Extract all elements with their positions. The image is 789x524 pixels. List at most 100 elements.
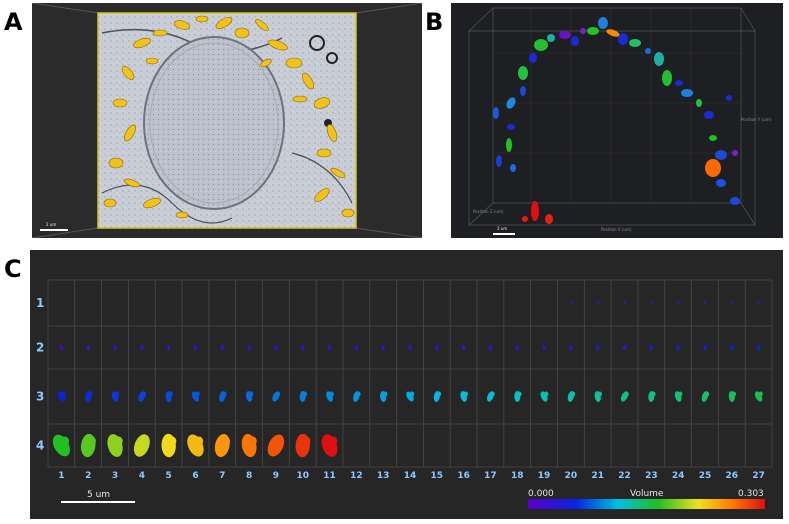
scale-bar-b-text: 3 um: [497, 226, 507, 231]
column-label: 8: [246, 471, 252, 481]
panel-b-image: Position X (um) Position Y (um) Position…: [468, 7, 772, 235]
mitochondrion-thumbnail: [381, 344, 385, 351]
mitochondrion-branch: [597, 391, 602, 397]
mitochondrion-thumbnail: [406, 391, 414, 402]
mitochondrion-thumbnail: [52, 434, 70, 457]
mitochondria-3d-arc: [493, 17, 740, 224]
column-label: 25: [699, 471, 712, 481]
mitochondrion-thumbnail: [133, 434, 150, 457]
mitochondrion-branch: [731, 391, 737, 397]
column-label: 10: [296, 471, 309, 481]
axis-z-label: Position Z (um): [473, 209, 504, 214]
mitochondrion-thumbnail: [649, 344, 653, 351]
mitochondrion-thumbnail: [461, 344, 466, 351]
mitochondrion-branch: [114, 436, 123, 446]
mitochondrion-thumbnail: [623, 301, 626, 305]
mitochondrion-branch: [463, 391, 468, 397]
row-label: 2: [36, 341, 44, 355]
column-label: 23: [645, 471, 658, 481]
mitochondrion-thumbnail: [677, 301, 680, 305]
column-label: 18: [511, 471, 524, 481]
mitochondrion-branch: [141, 391, 147, 397]
mitochondrion-thumbnail: [542, 344, 546, 351]
column-label: 7: [219, 471, 225, 481]
column-label: 12: [350, 471, 363, 481]
mitochondrion-branch: [651, 391, 656, 397]
mitochondrion-thumbnail: [220, 344, 224, 351]
row-label: 1: [36, 296, 44, 310]
mitochondrion-branch: [87, 391, 93, 397]
panel-label-b: B: [425, 8, 444, 36]
panel-b-3d-render: Position X (um) Position Y (um) Position…: [451, 3, 783, 238]
column-label: 6: [192, 471, 198, 481]
mitochondrion-branch: [275, 436, 284, 446]
mitochondrion-branch: [302, 391, 307, 397]
mitochondrion-thumbnail: [113, 344, 117, 351]
mitochondrion-branch: [195, 436, 204, 446]
mitochondrion-branch: [195, 391, 200, 397]
mitochondrion-branch: [275, 391, 281, 397]
column-label: 16: [457, 471, 470, 481]
mitochondrion-branch: [409, 391, 415, 397]
mitochondrion-branch: [168, 436, 177, 446]
mitochondrion-thumbnail: [57, 391, 66, 402]
mitochondrion-thumbnail: [703, 301, 707, 305]
mitochondrion-thumbnail: [569, 301, 572, 305]
mitochondrion-branch: [87, 436, 96, 446]
mitochondrion-thumbnail: [676, 344, 680, 351]
mitochondrion-thumbnail: [247, 344, 251, 351]
column-label: 20: [565, 471, 578, 481]
mitochondrion-thumbnail: [754, 391, 763, 402]
column-label: 21: [591, 471, 604, 481]
mitochondrion-branch: [704, 391, 710, 397]
column-label: 14: [404, 471, 417, 481]
mitochondrion-branch: [677, 391, 683, 397]
mitochondrion-branch: [543, 391, 549, 397]
colorbar-max-label: 0.303: [738, 489, 764, 499]
mitochondrion-thumbnail: [730, 301, 733, 305]
column-label: 9: [273, 471, 279, 481]
column-label: 27: [752, 471, 765, 481]
mitochondrion-thumbnail: [193, 344, 198, 351]
mitochondrion-thumbnail: [167, 344, 171, 351]
mitochondrion-thumbnail: [80, 433, 96, 458]
mitochondrion-thumbnail: [274, 344, 278, 351]
panel-label-c: C: [4, 255, 22, 283]
mitochondrion-thumbnail: [703, 344, 707, 351]
mitochondrion-thumbnail: [59, 344, 64, 351]
mitochondrion-branch: [141, 436, 150, 446]
mitochondrion-branch: [61, 391, 66, 397]
mitochondrion-branch: [60, 436, 70, 446]
column-label: 22: [618, 471, 631, 481]
mitochondrion-thumbnail: [569, 344, 573, 351]
mitochondrion-thumbnail: [620, 391, 629, 402]
mitochondrion-thumbnail: [187, 434, 204, 457]
mitochondrion-thumbnail: [107, 434, 123, 457]
panel-a-image: 2 um: [31, 2, 423, 239]
mitochondrion-thumbnail: [596, 344, 600, 351]
mitochondrion-thumbnail: [435, 344, 439, 351]
mitochondrion-branch: [570, 391, 576, 397]
mitochondrion-thumbnail: [756, 344, 761, 351]
mitochondrion-branch: [517, 391, 522, 397]
mitochondrion-branch: [221, 436, 230, 446]
column-label: 15: [431, 471, 444, 481]
mitochondrion-thumbnail: [140, 344, 144, 351]
column-label: 1: [58, 471, 64, 481]
panel-c-gallery: 1234 1 2 3 4 5 6 7 8 9 10 11 12 13 14 15 16 17 18 19 20 21 22…: [36, 279, 773, 509]
mitochondrion-branch: [356, 391, 361, 397]
column-label: 26: [726, 471, 739, 481]
mitochondrion-thumbnail: [757, 301, 760, 305]
mitochondrion-thumbnail: [301, 344, 305, 351]
mitochondrion-branch: [329, 436, 338, 446]
mitochondrion-thumbnail: [86, 344, 90, 351]
mitochondrion-branch: [382, 391, 388, 397]
column-label: 2: [85, 471, 91, 481]
mitochondrion-thumbnail: [408, 344, 412, 351]
mitochondrion-thumbnail: [191, 391, 200, 402]
panel-c-mito-gallery: 1234 1 2 3 4 5 6 7 8 9 10 11 12 13 14 15 16 17 18 19 20 21 22…: [30, 250, 783, 519]
mitochondrion-branch: [624, 391, 629, 397]
column-label: 13: [377, 471, 390, 481]
mitochondrion-thumbnail: [321, 434, 338, 457]
column-label: 19: [538, 471, 551, 481]
